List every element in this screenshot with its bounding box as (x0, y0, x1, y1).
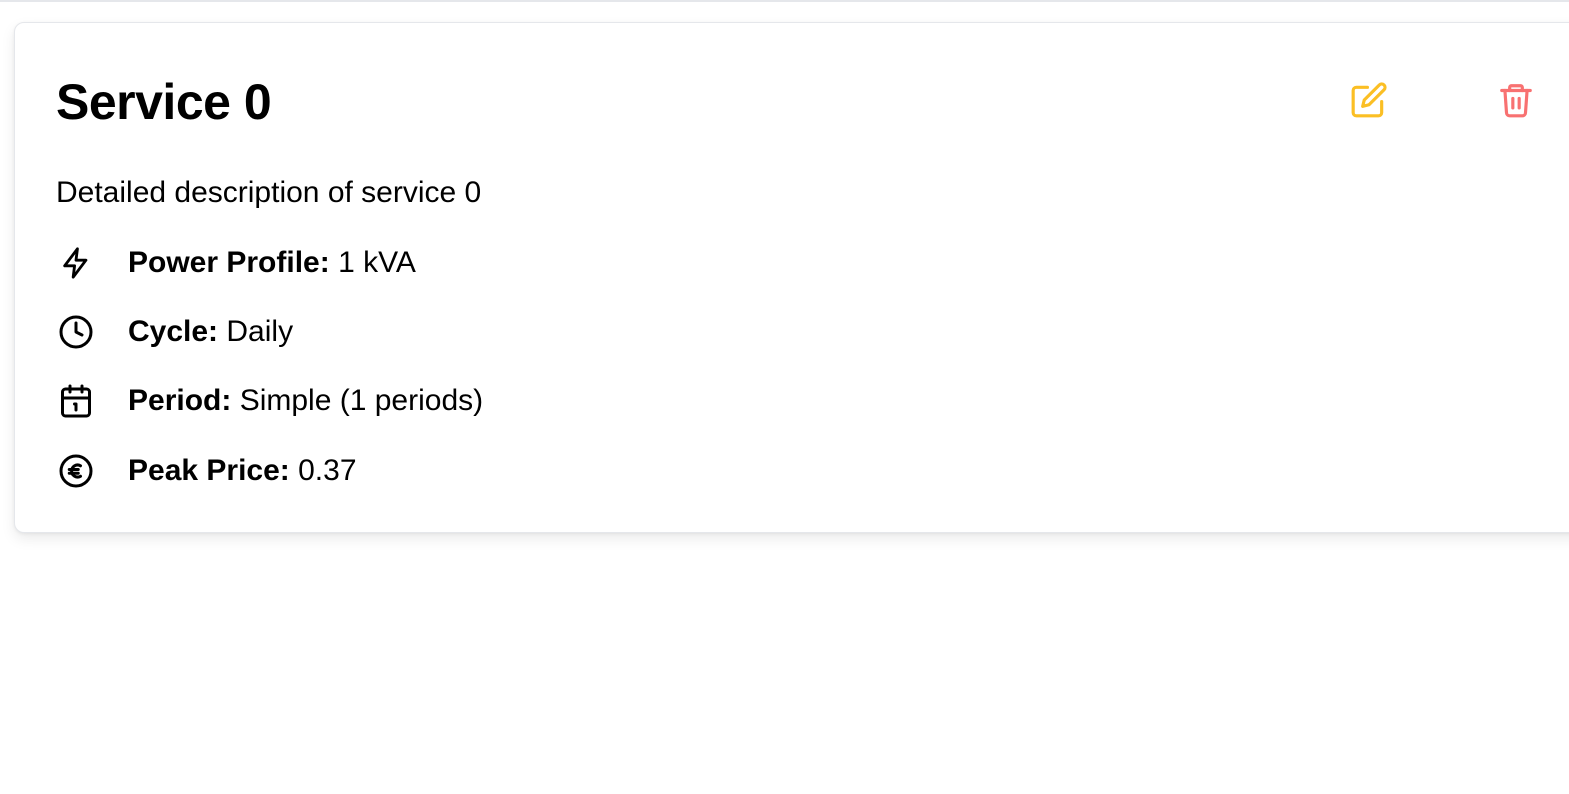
detail-value: 0.37 (298, 454, 357, 487)
service-title: Service 0 (56, 74, 272, 130)
detail-value: Daily (226, 315, 294, 348)
detail-period: Period: Simple (1 periods) (56, 381, 483, 421)
service-card: Service 0 Detailed description of servic… (14, 22, 1569, 533)
bolt-icon (56, 243, 96, 283)
detail-value: Simple (1 periods) (239, 384, 484, 417)
trash-icon (1497, 81, 1535, 122)
detail-peak-price: Peak Price: 0.37 (56, 451, 357, 491)
top-divider (0, 0, 1569, 2)
detail-label: Period: (128, 384, 232, 417)
detail-power-profile: Power Profile: 1 kVA (56, 243, 416, 283)
detail-value: 1 kVA (338, 246, 416, 279)
detail-label: Power Profile: (128, 246, 330, 279)
pencil-square-icon (1350, 81, 1388, 122)
calendar-icon (56, 381, 96, 421)
detail-label: Peak Price: (128, 454, 290, 487)
detail-cycle: Cycle: Daily (56, 312, 293, 352)
service-description: Detailed description of service 0 (56, 176, 482, 209)
edit-button[interactable] (1347, 79, 1391, 123)
delete-button[interactable] (1494, 79, 1538, 123)
euro-icon (56, 451, 96, 491)
detail-label: Cycle: (128, 315, 219, 348)
clock-icon (56, 312, 96, 352)
